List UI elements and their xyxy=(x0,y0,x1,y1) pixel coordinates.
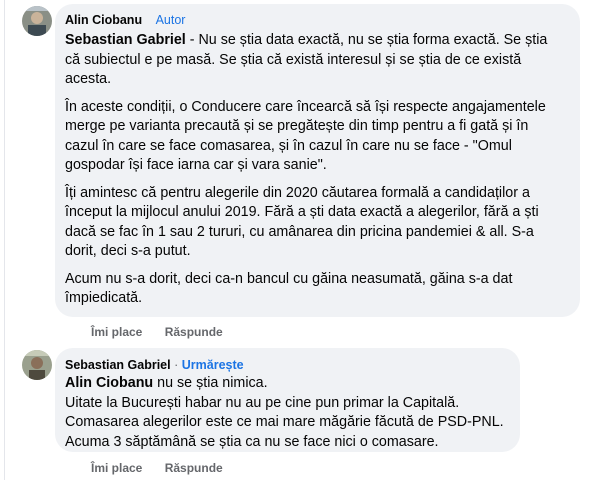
comment-text: Alin Ciobanu nu se știa nimica. Uitate l… xyxy=(65,374,515,452)
comment-line: Comasarea alegerilor este ce mai mare mă… xyxy=(65,414,504,430)
comment-line: Uitate la București habar nu au pe cine … xyxy=(65,394,460,411)
comment-actions: Îmi place Răspunde xyxy=(91,325,242,339)
comment-paragraph: În aceste condiții, o Conducere care înc… xyxy=(65,98,546,174)
comment-author[interactable]: Alin Ciobanu xyxy=(65,13,142,27)
comment-paragraph: Acum nu s-a dorit, deci ca-n bancul cu g… xyxy=(65,270,513,307)
comment-bubble: Sebastian Gabriel · Urmărește Alin Cioba… xyxy=(55,348,520,452)
mention-link[interactable]: Alin Ciobanu xyxy=(65,375,153,391)
comment-paragraph: Îți amintesc că pentru alegerile din 202… xyxy=(65,184,539,260)
comment-line: Acuma 3 săptămână se știa ca nu se face … xyxy=(65,433,439,450)
author-badge: Autor xyxy=(155,13,186,27)
comment-bubble: Alin Ciobanu Autor Sebastian Gabriel - N… xyxy=(55,4,580,317)
reply-button[interactable]: Răspunde xyxy=(165,325,223,339)
thread-line xyxy=(4,0,5,480)
avatar[interactable] xyxy=(22,6,52,36)
separator: · xyxy=(174,358,179,372)
comment-line: Alin Ciobanu nu se știa nimica. xyxy=(65,375,268,391)
reply-button[interactable]: Răspunde xyxy=(165,461,223,475)
comment-paragraph: Sebastian Gabriel - Nu se știa data exac… xyxy=(65,32,548,87)
like-button[interactable]: Îmi place xyxy=(91,461,142,475)
comment-actions: Îmi place Răspunde xyxy=(91,461,242,475)
mention-link[interactable]: Sebastian Gabriel xyxy=(65,32,186,48)
like-button[interactable]: Îmi place xyxy=(91,325,142,339)
avatar[interactable] xyxy=(22,350,52,380)
comment-author[interactable]: Sebastian Gabriel xyxy=(65,358,171,372)
comment-text: Sebastian Gabriel - Nu se știa data exac… xyxy=(65,31,565,309)
follow-button[interactable]: Urmărește xyxy=(182,358,244,372)
